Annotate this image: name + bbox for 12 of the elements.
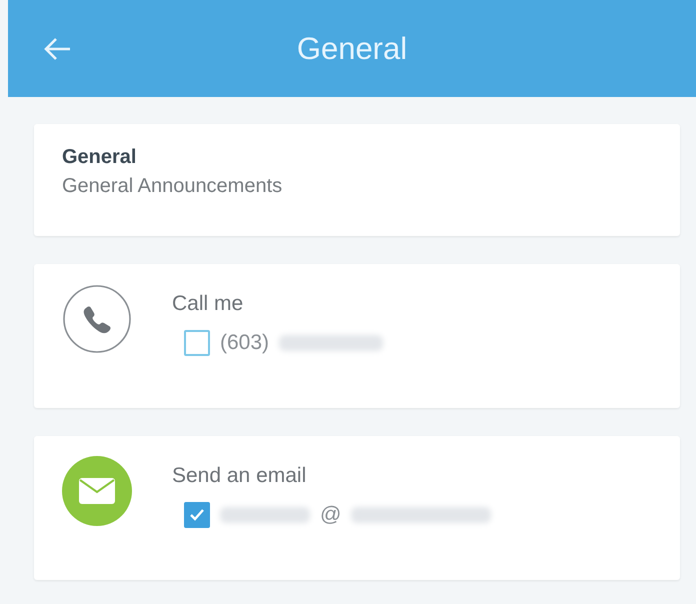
phone-icon bbox=[62, 284, 132, 354]
group-name: General bbox=[62, 146, 138, 169]
option-label: Send an email bbox=[172, 464, 308, 488]
header-title: General bbox=[296, 30, 408, 66]
checkbox[interactable] bbox=[184, 330, 210, 356]
checkbox[interactable] bbox=[184, 502, 210, 528]
option-label: Call me bbox=[172, 292, 244, 316]
envelope-icon bbox=[62, 456, 132, 526]
group-description: General Announcements bbox=[62, 175, 284, 198]
back-arrow-icon[interactable] bbox=[42, 36, 72, 62]
contact-value: (603) bbox=[220, 331, 270, 355]
contact-value: @ bbox=[320, 503, 342, 527]
